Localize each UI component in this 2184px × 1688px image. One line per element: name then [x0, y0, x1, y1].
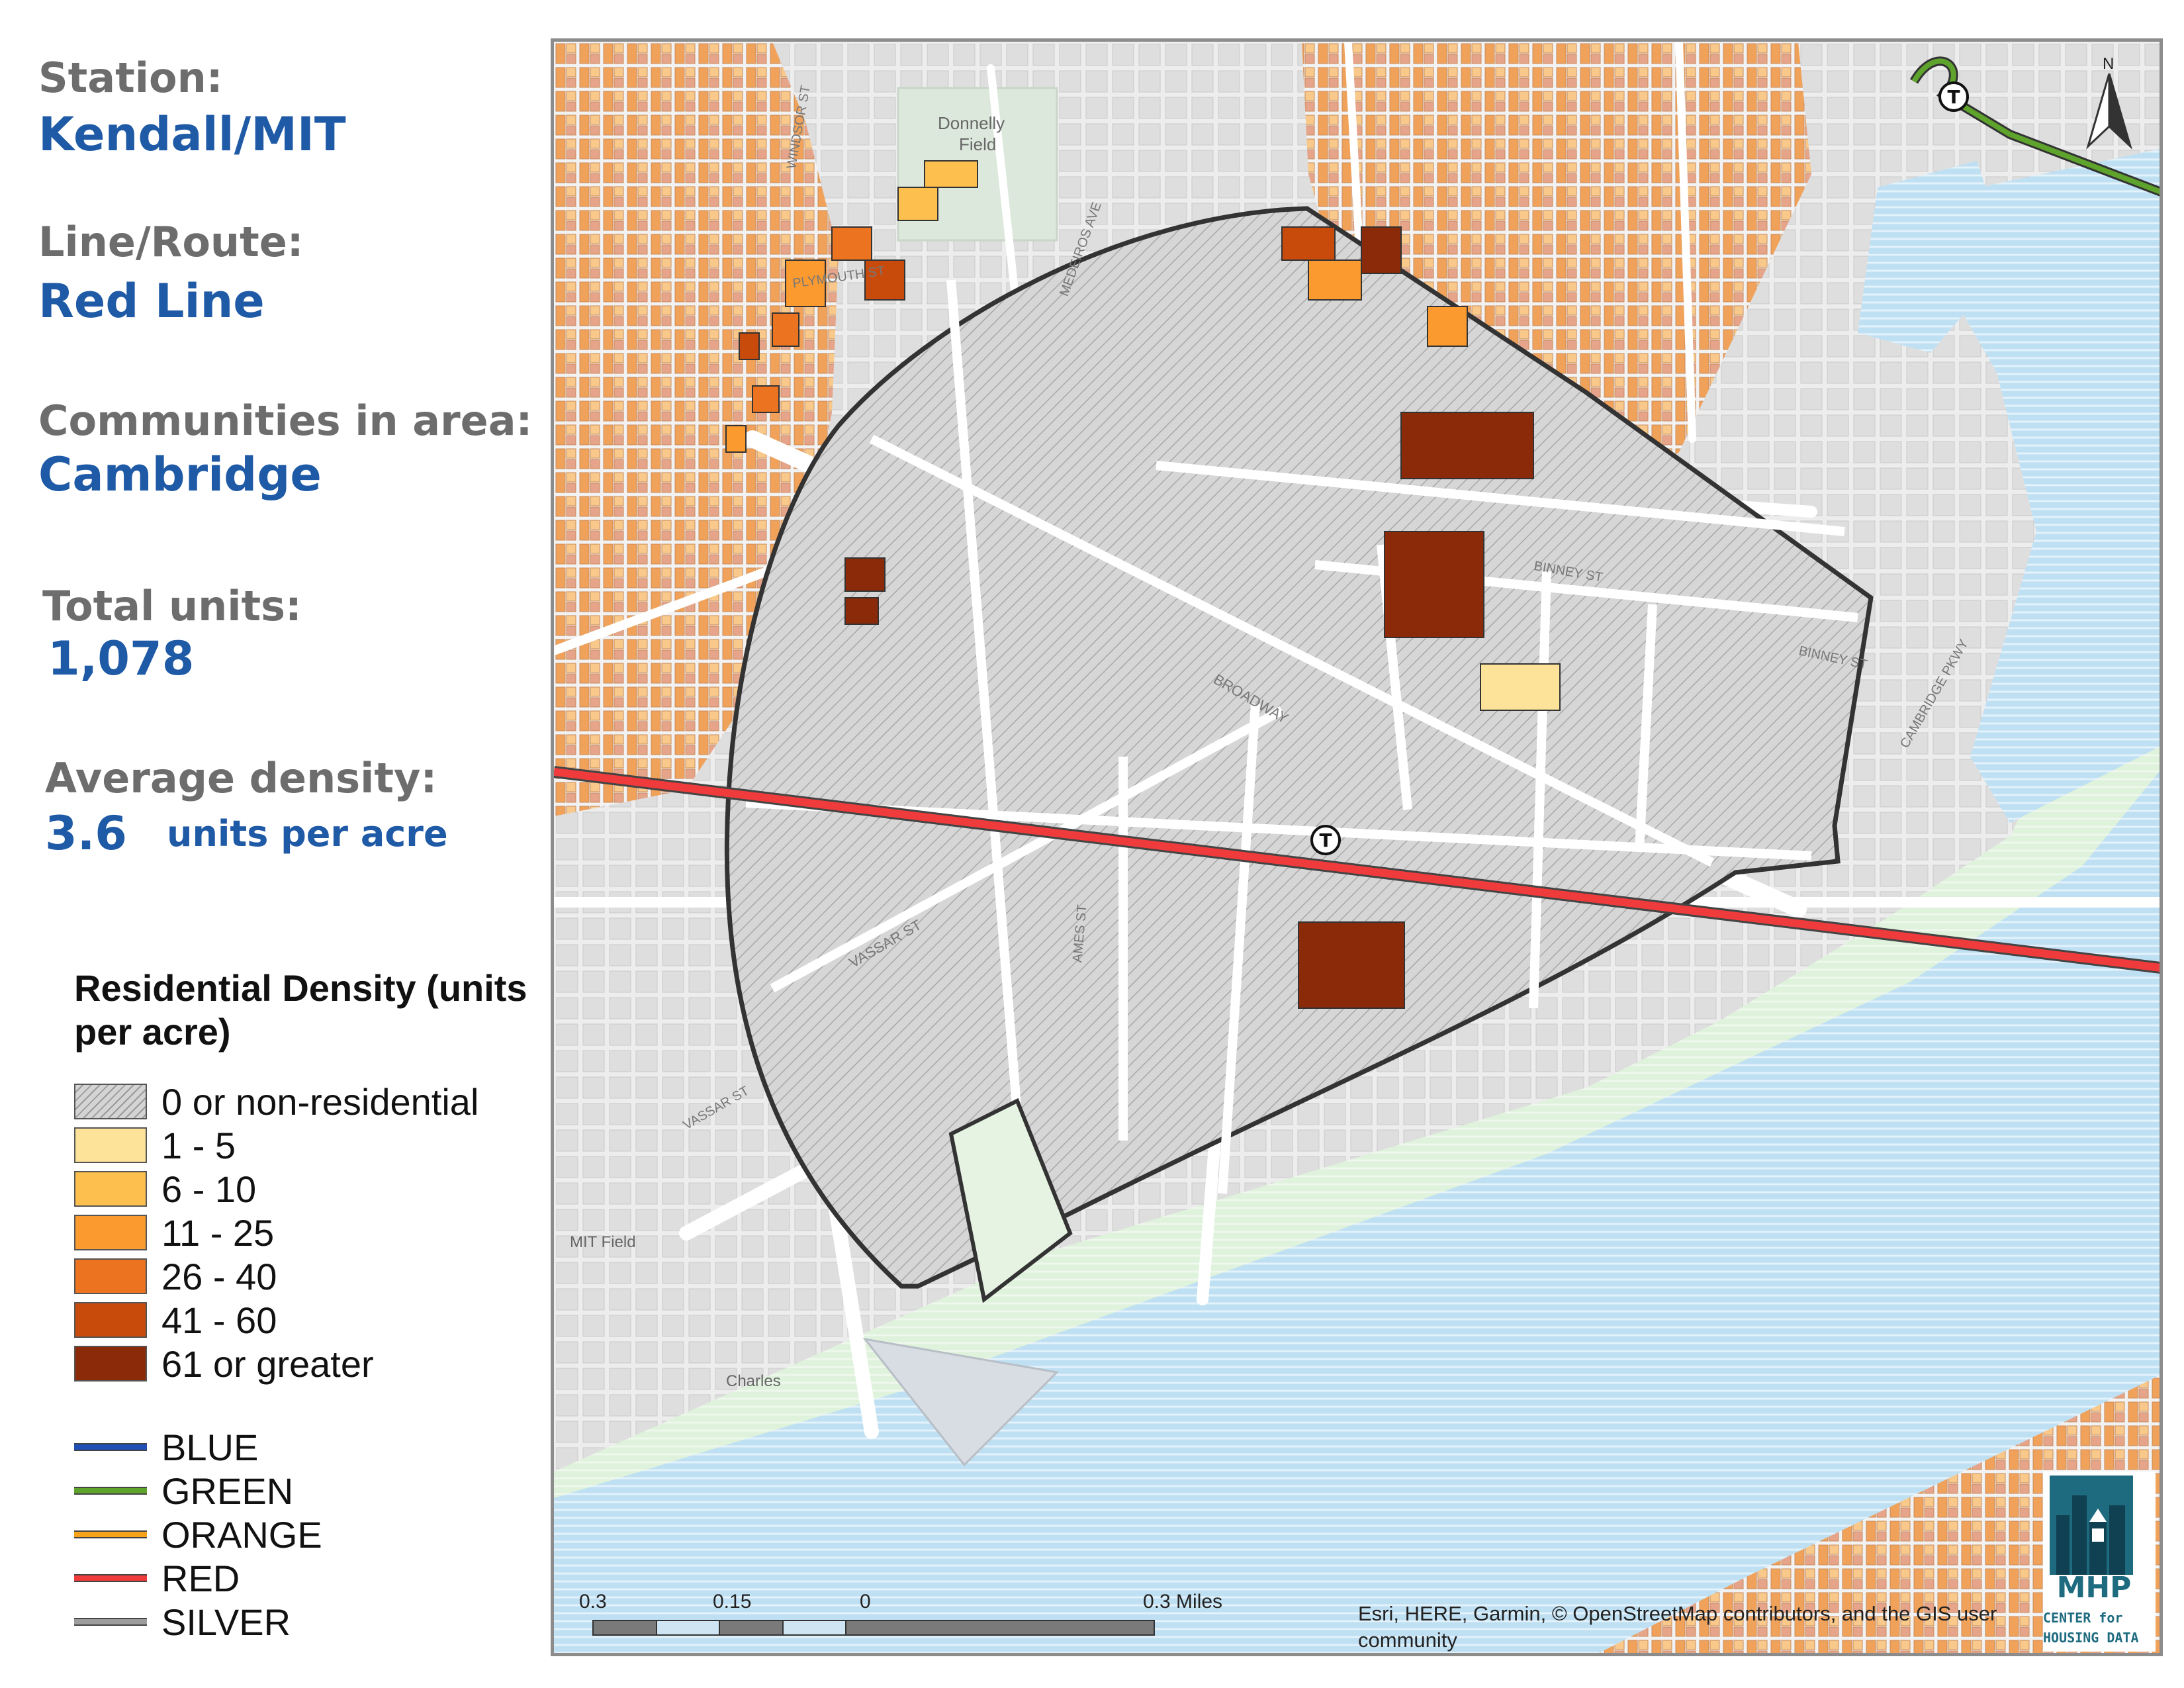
- north-label: N: [2103, 55, 2115, 73]
- station-label: Station:: [38, 54, 223, 102]
- total-units-label: Total units:: [42, 582, 302, 630]
- north-arrow: N: [2083, 55, 2136, 161]
- north-arrow-icon: [2086, 73, 2132, 150]
- density-legend-item: 41 - 60: [74, 1299, 577, 1341]
- scale-bar: [592, 1620, 1155, 1636]
- station-value: Kendall/MIT: [38, 107, 346, 162]
- logo-subtitle-line1: CENTER for: [2043, 1610, 2123, 1626]
- transit-line-swatch: [74, 1443, 147, 1451]
- parcel-61plus: [844, 597, 879, 625]
- scale-label-mid: 0.15: [713, 1591, 752, 1613]
- parcel-61plus: [1298, 921, 1405, 1009]
- station-marker-lechmere[interactable]: T: [1938, 81, 1969, 112]
- avg-density-unit: units per acre: [167, 813, 448, 855]
- label-donnelly: Donnelly: [938, 113, 1005, 133]
- parcel-41-60: [739, 332, 760, 360]
- density-legend-label: 1 - 5: [161, 1124, 236, 1166]
- parcel-26-40: [831, 226, 872, 261]
- density-legend-label: 6 - 10: [161, 1168, 257, 1210]
- density-swatch: [74, 1084, 147, 1119]
- transit-line-label: RED: [161, 1557, 240, 1599]
- logo-subtitle-line2: HOUSING DATA: [2043, 1630, 2139, 1646]
- parcel-61plus: [844, 557, 886, 592]
- scale-label-left: 0.3: [579, 1591, 607, 1613]
- label-mit-field: MIT Field: [570, 1233, 636, 1251]
- density-legend-label: 26 - 40: [161, 1255, 277, 1297]
- avg-density-value: 3.6: [45, 806, 128, 861]
- density-legend-label: 0 or non-residential: [161, 1080, 479, 1123]
- density-swatch: [74, 1127, 147, 1163]
- station-marker-kendall[interactable]: T: [1310, 825, 1341, 855]
- line-value: Red Line: [38, 274, 265, 328]
- scale-label-miles: 0.3 Miles: [1143, 1591, 1223, 1613]
- transit-line-label: ORANGE: [161, 1513, 322, 1556]
- density-legend-item: 6 - 10: [74, 1168, 577, 1210]
- transit-line-label: BLUE: [161, 1426, 259, 1468]
- transit-line-legend-item: RED: [74, 1557, 577, 1599]
- t-icon: T: [1947, 85, 1960, 108]
- communities-label: Communities in area:: [38, 397, 533, 445]
- parcel-61plus: [1400, 412, 1534, 479]
- map-attribution: Esri, HERE, Garmin, © OpenStreetMap cont…: [1358, 1602, 1997, 1652]
- transit-line-swatch: [74, 1618, 147, 1626]
- total-units-value: 1,078: [48, 632, 195, 686]
- mhp-logo: MHP CENTER for HOUSING DATA: [2043, 1472, 2156, 1652]
- density-legend-label: 61 or greater: [161, 1342, 374, 1385]
- parcel-6-10: [924, 160, 978, 188]
- parcel-11-25: [1308, 259, 1362, 301]
- parcel-11-25: [1427, 306, 1468, 347]
- density-legend-item: 1 - 5: [74, 1124, 577, 1166]
- map-frame[interactable]: T T Donnelly Field WINDSOR ST PLYMOUTH S…: [551, 38, 2163, 1656]
- density-swatch: [74, 1258, 147, 1294]
- transit-line-swatch: [74, 1487, 147, 1495]
- density-swatch: [74, 1171, 147, 1207]
- parcel-26-40: [752, 385, 780, 413]
- transit-line-label: GREEN: [161, 1470, 294, 1512]
- parcel-61plus: [1361, 226, 1402, 274]
- transit-line-swatch: [74, 1530, 147, 1538]
- density-swatch: [74, 1302, 147, 1338]
- transit-line-legend-item: SILVER: [74, 1601, 577, 1643]
- logo-text: MHP: [2056, 1571, 2132, 1605]
- transit-line-legend-item: BLUE: [74, 1426, 577, 1468]
- legend-title: Residential Density (units per acre): [74, 967, 527, 1053]
- label-field: Field: [959, 134, 997, 154]
- density-legend-label: 11 - 25: [161, 1211, 275, 1254]
- label-charles: Charles: [726, 1372, 781, 1390]
- transit-line-legend-item: GREEN: [74, 1470, 577, 1512]
- avg-density-label: Average density:: [45, 754, 437, 802]
- transit-line-label: SILVER: [161, 1601, 291, 1643]
- parcel-61plus: [1384, 531, 1484, 638]
- parcel-1-5: [1480, 663, 1561, 711]
- logo-subtitle: CENTER for HOUSING DATA: [2043, 1608, 2149, 1648]
- line-label: Line/Route:: [38, 218, 304, 266]
- parcel-26-40: [772, 312, 799, 347]
- communities-value: Cambridge: [38, 447, 322, 502]
- t-icon: T: [1319, 829, 1332, 851]
- density-swatch: [74, 1346, 147, 1382]
- logo-skyline-icon: [2050, 1476, 2133, 1575]
- density-swatch: [74, 1215, 147, 1250]
- density-legend-item: 0 or non-residential: [74, 1080, 577, 1123]
- transit-line-swatch: [74, 1574, 147, 1582]
- density-legend-label: 41 - 60: [161, 1299, 277, 1341]
- density-legend-item: 61 or greater: [74, 1342, 577, 1385]
- parcel-6-10: [897, 187, 938, 221]
- scale-label-zero: 0: [860, 1591, 871, 1613]
- parcel-11-25: [725, 425, 747, 453]
- density-legend-item: 26 - 40: [74, 1255, 577, 1297]
- parcel-41-60: [1281, 226, 1336, 261]
- transit-line-legend-item: ORANGE: [74, 1513, 577, 1556]
- density-legend-item: 11 - 25: [74, 1211, 577, 1254]
